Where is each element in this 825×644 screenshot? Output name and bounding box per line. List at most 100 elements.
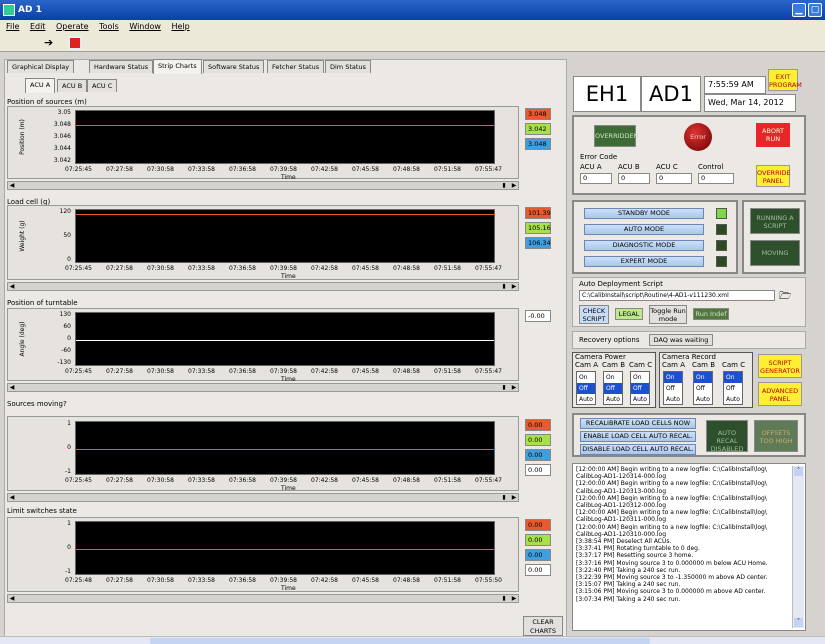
menu-window[interactable]: Window	[129, 22, 161, 31]
enable-auto-recal-button[interactable]: ENABLE LOAD CELL AUTO RECAL.	[580, 431, 696, 442]
maximize-button[interactable]: ▢	[808, 3, 822, 17]
menu-operate[interactable]: Operate	[56, 22, 89, 31]
override-panel-button[interactable]: OVERRIDE PANEL	[756, 165, 791, 187]
log-scrollbar[interactable]: ˄ ˅	[792, 466, 804, 628]
menu-help[interactable]: Help	[171, 22, 189, 31]
chart-scrollbar[interactable]: ◀ ▮ ▶	[7, 594, 519, 603]
scroll-right-icon[interactable]: ▶	[510, 384, 518, 391]
scroll-down-icon[interactable]: ˅	[794, 618, 803, 627]
cam-record-a-switch-on[interactable]: On	[664, 372, 682, 383]
disable-auto-recal-button[interactable]: DISABLE LOAD CELL AUTO RECAL.	[580, 444, 696, 455]
chart-plot-area[interactable]	[75, 312, 495, 366]
cam-power-b-switch-off[interactable]: Off	[604, 383, 622, 394]
cam-record-a-label: Cam A	[662, 361, 686, 369]
chart-scrollbar[interactable]: ◀ ▮ ▶	[7, 282, 519, 291]
scroll-handle-icon[interactable]: ▮	[500, 384, 508, 391]
cam-record-b-switch-on[interactable]: On	[694, 372, 712, 383]
chart-scrollbar[interactable]: ◀ ▮ ▶	[7, 181, 519, 190]
x-tick-label: 07:30:58	[147, 577, 174, 584]
window-hscrollbar[interactable]	[0, 636, 825, 644]
tab-hardware-status[interactable]: Hardware Status	[89, 60, 154, 73]
cam-power-b-switch[interactable]: On Off Auto	[603, 371, 623, 405]
scroll-right-icon[interactable]: ▶	[510, 494, 518, 501]
cam-record-b-switch-auto[interactable]: Auto	[694, 394, 712, 405]
scroll-left-icon[interactable]: ◀	[8, 595, 16, 602]
exit-program-button[interactable]: EXIT PROGRAM	[768, 69, 802, 91]
cam-record-c-switch-off[interactable]: Off	[724, 383, 742, 394]
recovery-value[interactable]: DAQ was waiting	[649, 334, 713, 346]
advanced-panel-button[interactable]: ADVANCED PANEL	[758, 382, 802, 406]
chart-scrollbar[interactable]: ◀ ▮ ▶	[7, 493, 519, 502]
cam-record-a-switch[interactable]: On Off Auto	[663, 371, 683, 405]
auto-mode-button[interactable]: AUTO MODE	[584, 224, 704, 235]
tab-dim-status[interactable]: Dim Status	[325, 60, 371, 73]
scroll-right-icon[interactable]: ▶	[510, 182, 518, 189]
abort-stop-icon[interactable]	[68, 36, 82, 50]
y-tick-label: 0	[67, 544, 71, 551]
expert-mode-button[interactable]: EXPERT MODE	[584, 256, 704, 267]
scroll-handle-icon[interactable]: ▮	[500, 283, 508, 290]
standby-mode-button[interactable]: STANDBY MODE	[584, 208, 704, 219]
scroll-handle-icon[interactable]: ▮	[500, 595, 508, 602]
abort-run-button[interactable]: ABORT RUN	[756, 123, 790, 147]
cam-power-a-switch-off[interactable]: Off	[577, 383, 595, 394]
script-generator-button[interactable]: SCRIPT GENERATOR	[758, 354, 802, 378]
scroll-left-icon[interactable]: ◀	[8, 283, 16, 290]
cam-record-c-switch-auto[interactable]: Auto	[724, 394, 742, 405]
tab-fetcher-status[interactable]: Fetcher Status	[267, 60, 325, 73]
tab-graphical-display[interactable]: Graphical Display	[7, 60, 75, 73]
menu-file[interactable]: File	[6, 22, 19, 31]
cam-record-a-switch-auto[interactable]: Auto	[664, 394, 682, 405]
chart-plot-area[interactable]	[75, 521, 495, 575]
scroll-left-icon[interactable]: ◀	[8, 182, 16, 189]
script-path-field[interactable]: C:\CalibInstall\script\Routine\4-AD1-v11…	[579, 290, 775, 301]
chart-scrollbar[interactable]: ◀ ▮ ▶	[7, 383, 519, 392]
minimize-button[interactable]: ▁	[792, 3, 806, 17]
scroll-handle-icon[interactable]: ▮	[500, 494, 508, 501]
recalibrate-load-cells-button[interactable]: RECALIBRATE LOAD CELLS NOW	[580, 418, 696, 429]
chart-plot-area[interactable]	[75, 421, 495, 475]
menu-tools[interactable]: Tools	[99, 22, 119, 31]
scroll-right-icon[interactable]: ▶	[510, 283, 518, 290]
toggle-run-mode-button[interactable]: Toggle Run mode	[649, 305, 687, 324]
cam-power-c-switch-auto[interactable]: Auto	[631, 394, 649, 405]
scroll-up-icon[interactable]: ˄	[794, 467, 803, 476]
x-tick-label: 07:55:47	[475, 368, 502, 375]
cam-power-b-switch-auto[interactable]: Auto	[604, 394, 622, 405]
y-tick-label: 120	[59, 208, 71, 215]
diagnostic-mode-button[interactable]: DIAGNOSTIC MODE	[584, 240, 704, 251]
cam-power-a-switch-on[interactable]: On	[577, 372, 595, 383]
folder-browse-icon[interactable]: 🗁	[779, 289, 791, 306]
cam-record-b-switch[interactable]: On Off Auto	[693, 371, 713, 405]
scroll-left-icon[interactable]: ◀	[8, 384, 16, 391]
menu-bar: File Edit Operate Tools Window Help	[0, 20, 825, 34]
y-tick-label: -1	[65, 468, 71, 475]
cam-power-c-switch-off[interactable]: Off	[631, 383, 649, 394]
menu-edit[interactable]: Edit	[30, 22, 46, 31]
cam-power-a-switch-auto[interactable]: Auto	[577, 394, 595, 405]
subtab-acu-b[interactable]: ACU B	[57, 79, 88, 92]
scroll-handle-icon[interactable]: ▮	[500, 182, 508, 189]
cam-power-a-switch[interactable]: On Off Auto	[576, 371, 596, 405]
tab-software-status[interactable]: Software Status	[203, 60, 265, 73]
cam-power-c-switch-on[interactable]: On	[631, 372, 649, 383]
chart-plot-area[interactable]	[75, 209, 495, 263]
cam-record-c-switch-on[interactable]: On	[724, 372, 742, 383]
event-log[interactable]: [12:00:00 AM] Begin writing to a new log…	[572, 463, 806, 631]
chart-title: Sources moving?	[7, 400, 67, 408]
chart-plot-area[interactable]	[75, 110, 495, 164]
cam-record-b-switch-off[interactable]: Off	[694, 383, 712, 394]
scroll-right-icon[interactable]: ▶	[510, 595, 518, 602]
hscroll-thumb[interactable]	[150, 638, 650, 644]
cam-record-a-switch-off[interactable]: Off	[664, 383, 682, 394]
scroll-left-icon[interactable]: ◀	[8, 494, 16, 501]
cam-record-c-switch[interactable]: On Off Auto	[723, 371, 743, 405]
check-script-button[interactable]: CHECK SCRIPT	[579, 305, 609, 324]
clear-charts-button[interactable]: CLEAR CHARTS	[523, 616, 563, 636]
cam-power-c-switch[interactable]: On Off Auto	[630, 371, 650, 405]
subtab-acu-a[interactable]: ACU A	[25, 78, 56, 93]
run-arrow-icon[interactable]: ➔	[44, 37, 53, 49]
cam-power-b-switch-on[interactable]: On	[604, 372, 622, 383]
tab-strip-charts[interactable]: Strip Charts	[153, 59, 202, 74]
subtab-acu-c[interactable]: ACU C	[87, 79, 118, 92]
